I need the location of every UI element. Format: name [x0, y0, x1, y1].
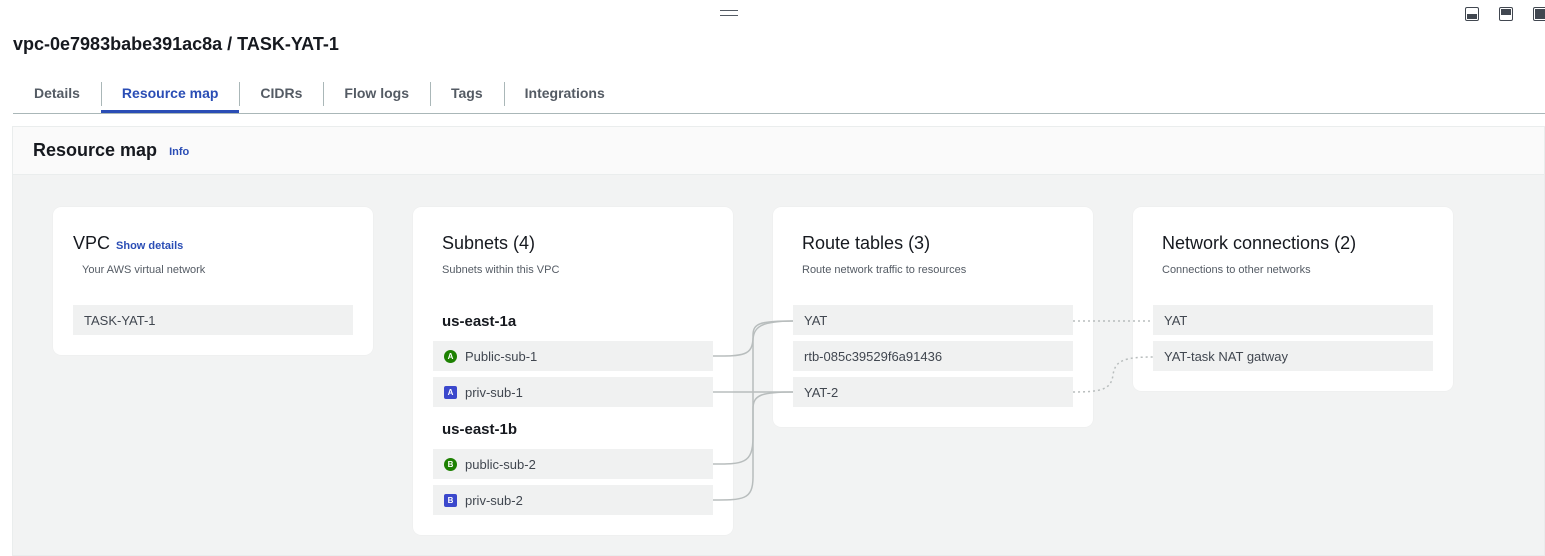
subnet-item[interactable]: B public-sub-2 [433, 449, 713, 479]
subnets-card: Subnets (4) Subnets within this VPC us-e… [413, 207, 733, 535]
network-connections-card: Network connections (2) Connections to o… [1133, 207, 1453, 391]
tab-tags[interactable]: Tags [429, 78, 504, 113]
subnet-item[interactable]: B priv-sub-2 [433, 485, 713, 515]
vpc-card-title: VPC [73, 233, 111, 253]
public-subnet-badge-icon: B [444, 457, 457, 471]
subnet-name: public-sub-2 [465, 456, 536, 472]
route-tables-card-subtitle: Route network traffic to resources [802, 264, 967, 276]
vpc-item[interactable]: TASK-YAT-1 [73, 305, 353, 335]
vpc-card-subtitle: Your AWS virtual network [82, 264, 206, 276]
tab-bar: Details Resource map CIDRs Flow logs Tag… [13, 78, 1545, 114]
public-subnet-badge-icon: A [444, 349, 457, 363]
vpc-card: VPC Show details Your AWS virtual network… [53, 207, 373, 355]
window-controls [1465, 7, 1545, 21]
maximize-icon[interactable] [1533, 7, 1545, 21]
tab-cidrs[interactable]: CIDRs [239, 78, 323, 113]
vpc-card-title-row: VPC Show details [73, 233, 183, 254]
resource-map-panel: Resource map Info VPC Show details Your A… [12, 126, 1545, 556]
tab-flow-logs[interactable]: Flow logs [323, 78, 430, 113]
subnet-name: priv-sub-1 [465, 384, 523, 400]
tab-integrations[interactable]: Integrations [503, 78, 626, 113]
route-table-item[interactable]: YAT [793, 305, 1073, 335]
network-connections-card-subtitle: Connections to other networks [1162, 264, 1311, 276]
route-tables-card: Route tables (3) Route network traffic t… [773, 207, 1093, 427]
panel-header: Resource map Info [13, 127, 1544, 175]
route-tables-card-title: Route tables (3) [802, 233, 931, 253]
subnet-name: Public-sub-1 [465, 348, 538, 364]
page-title: vpc-0e7983babe391ac8a / TASK-YAT-1 [13, 34, 339, 54]
network-connections-card-title: Network connections (2) [1162, 233, 1357, 253]
tab-details[interactable]: Details [13, 78, 101, 113]
panel-title: Resource map [33, 140, 158, 160]
show-details-link[interactable]: Show details [116, 240, 183, 252]
dock-side-icon[interactable] [1499, 7, 1513, 21]
subnets-card-title: Subnets (4) [442, 233, 536, 253]
az-group-label: us-east-1a [442, 313, 517, 330]
subnet-item[interactable]: A Public-sub-1 [433, 341, 713, 371]
private-subnet-badge-icon: B [444, 493, 457, 507]
tab-resource-map[interactable]: Resource map [100, 78, 240, 113]
network-connection-item[interactable]: YAT [1153, 305, 1433, 335]
subnet-item[interactable]: A priv-sub-1 [433, 377, 713, 407]
subnet-name: priv-sub-2 [465, 492, 523, 508]
dock-bottom-icon[interactable] [1465, 7, 1479, 21]
network-connection-item[interactable]: YAT-task NAT gatway [1153, 341, 1433, 371]
route-table-item[interactable]: YAT-2 [793, 377, 1073, 407]
route-table-item[interactable]: rtb-085c39529f6a91436 [793, 341, 1073, 371]
private-subnet-badge-icon: A [444, 385, 457, 399]
az-group-label: us-east-1b [442, 421, 518, 438]
subnets-card-subtitle: Subnets within this VPC [442, 264, 560, 276]
panel-drag-handle[interactable] [720, 10, 738, 16]
info-link[interactable]: Info [169, 146, 189, 158]
